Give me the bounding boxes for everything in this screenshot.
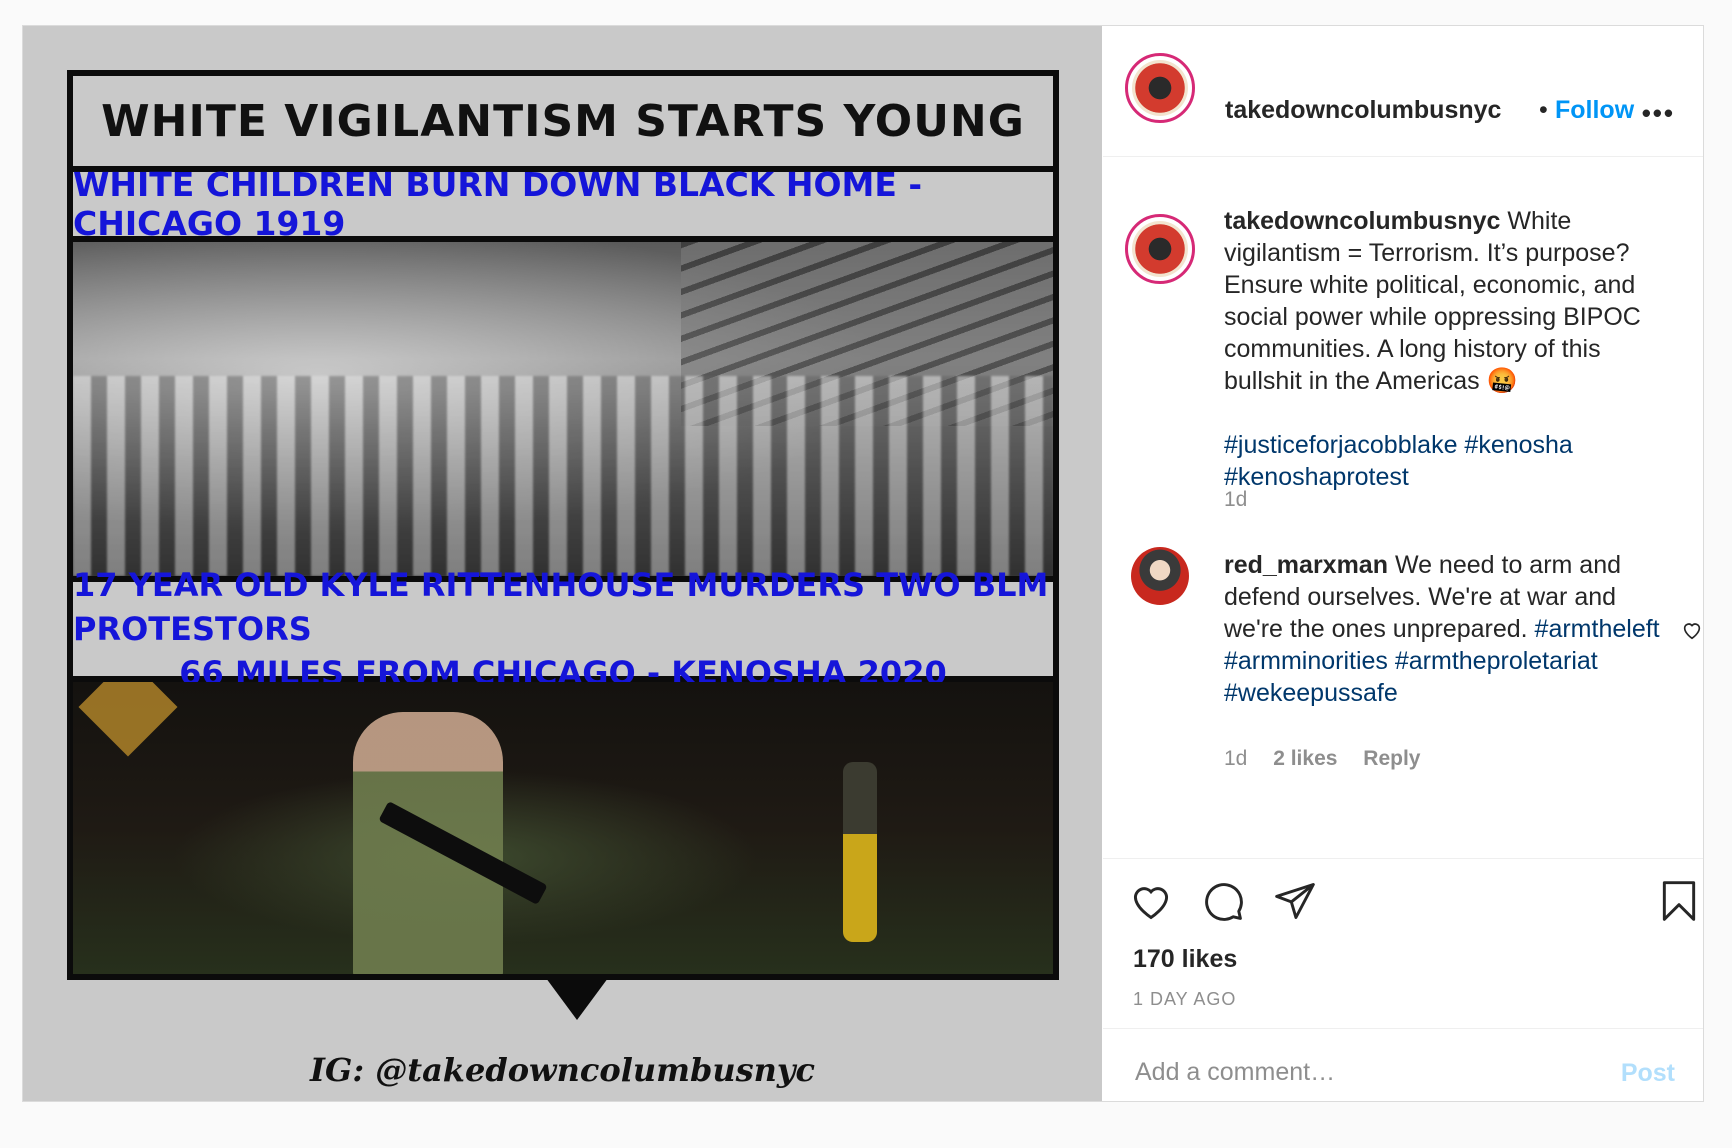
more-options-icon[interactable]: ••• bbox=[1642, 98, 1675, 129]
post-actions: 170 likes 1 DAY AGO bbox=[1103, 858, 1703, 1029]
speech-pointer bbox=[543, 974, 611, 1020]
caption-hashtags[interactable]: #justiceforjacobblake #kenosha #kenoshap… bbox=[1224, 431, 1573, 491]
meme-title: WHITE VIGILANTISM STARTS YOUNG bbox=[73, 76, 1053, 172]
comment-meta: 1d 2 likes Reply bbox=[1224, 747, 1420, 771]
comment-time[interactable]: 1d bbox=[1224, 747, 1247, 770]
post-side-panel: takedowncolumbusnyc • Follow ••• takedow… bbox=[1103, 26, 1703, 1101]
meme-caption-2020-line1: 17 YEAR OLD KYLE RITTENHOUSE MURDERS TWO… bbox=[73, 566, 1049, 648]
meme-watermark: IG: @takedowncolumbusnyc bbox=[310, 1051, 815, 1089]
photo-road-sign bbox=[78, 682, 178, 757]
meme-caption-2020: 17 YEAR OLD KYLE RITTENHOUSE MURDERS TWO… bbox=[73, 566, 1053, 692]
photo-crowd bbox=[73, 375, 1053, 576]
comments-section[interactable]: takedowncolumbusnyc White vigilantism = … bbox=[1103, 157, 1703, 857]
like-heart-icon[interactable] bbox=[1129, 879, 1173, 923]
author-avatar-image bbox=[1132, 60, 1188, 116]
author-avatar[interactable] bbox=[1125, 53, 1195, 123]
caption-body: White vigilantism = Terrorism. It’s purp… bbox=[1224, 207, 1641, 395]
night-photo-2020 bbox=[73, 682, 1053, 974]
post-image[interactable]: WHITE VIGILANTISM STARTS YOUNG WHITE CHI… bbox=[23, 26, 1102, 1101]
add-comment-bar: Post bbox=[1103, 1028, 1703, 1101]
meme-subtitle-1919: WHITE CHILDREN BURN DOWN BLACK HOME - CH… bbox=[73, 165, 1053, 243]
comment-like-heart-icon[interactable] bbox=[1681, 619, 1703, 641]
comment-icon[interactable] bbox=[1201, 879, 1245, 923]
comment-input[interactable] bbox=[1133, 1051, 1607, 1093]
post-comment-button[interactable]: Post bbox=[1621, 1059, 1675, 1088]
comment-likes[interactable]: 2 likes bbox=[1273, 747, 1337, 770]
header-separator: • bbox=[1539, 96, 1548, 124]
photo-bystander bbox=[843, 762, 877, 942]
commenter-avatar[interactable] bbox=[1131, 547, 1189, 605]
bookmark-icon[interactable] bbox=[1657, 879, 1701, 923]
caption-avatar-image bbox=[1132, 221, 1188, 277]
post-header: takedowncolumbusnyc • Follow ••• bbox=[1103, 26, 1703, 157]
caption-time[interactable]: 1d bbox=[1224, 488, 1247, 512]
post-date[interactable]: 1 DAY AGO bbox=[1133, 989, 1236, 1010]
caption-avatar[interactable] bbox=[1125, 214, 1195, 284]
instagram-post: WHITE VIGILANTISM STARTS YOUNG WHITE CHI… bbox=[22, 25, 1704, 1102]
commenter-username[interactable]: red_marxman bbox=[1224, 551, 1388, 579]
comment: red_marxman We need to arm and defend ou… bbox=[1224, 549, 1674, 709]
likes-count[interactable]: 170 likes bbox=[1133, 945, 1237, 974]
follow-button[interactable]: Follow bbox=[1555, 96, 1634, 125]
historic-photo-1919 bbox=[73, 242, 1053, 582]
comment-reply-button[interactable]: Reply bbox=[1363, 747, 1420, 770]
share-icon[interactable] bbox=[1273, 879, 1317, 923]
meme-frame: WHITE VIGILANTISM STARTS YOUNG WHITE CHI… bbox=[67, 70, 1059, 980]
caption-username[interactable]: takedowncolumbusnyc bbox=[1224, 207, 1500, 235]
caption: takedowncolumbusnyc White vigilantism = … bbox=[1224, 205, 1664, 493]
author-username[interactable]: takedowncolumbusnyc bbox=[1225, 96, 1501, 125]
